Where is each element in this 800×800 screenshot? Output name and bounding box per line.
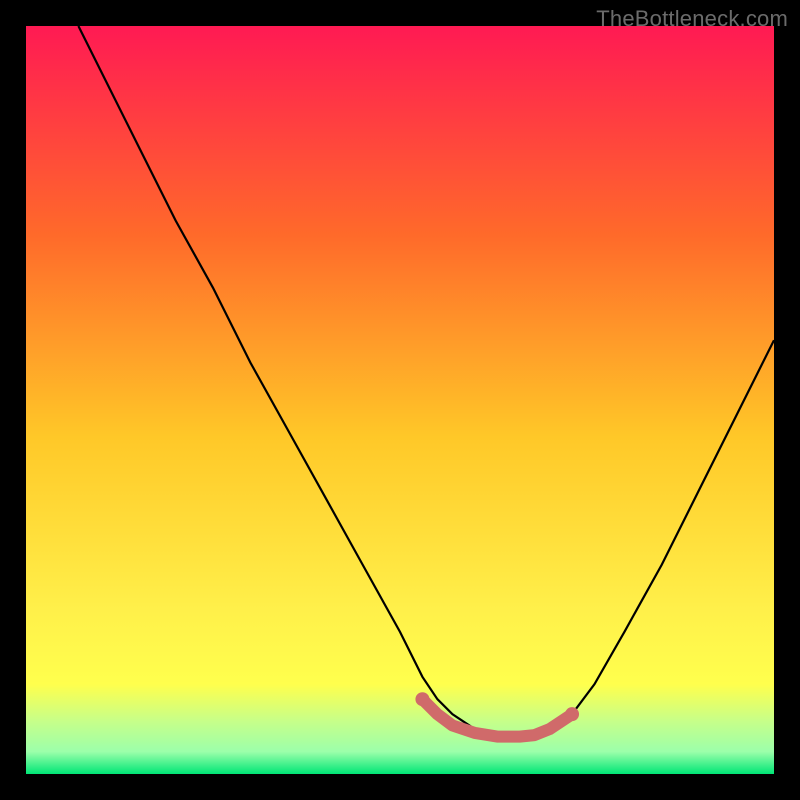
highlight-dot-right xyxy=(565,707,579,721)
highlight-dot-left xyxy=(415,692,429,706)
plot-area xyxy=(26,26,774,774)
gradient-bg xyxy=(26,26,774,774)
chart-svg xyxy=(26,26,774,774)
outer-frame: TheBottleneck.com xyxy=(0,0,800,800)
